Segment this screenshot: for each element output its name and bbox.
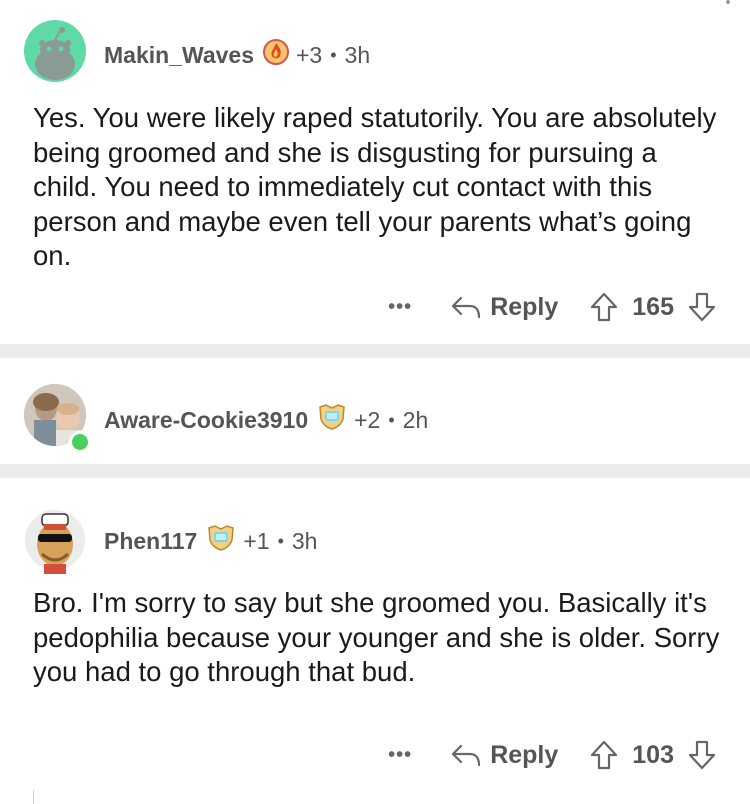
- karma: +3: [296, 41, 323, 68]
- reply-label: Reply: [490, 740, 559, 769]
- upvote-icon[interactable]: [590, 740, 618, 770]
- more-options-button[interactable]: •••: [388, 744, 412, 767]
- avatar[interactable]: [24, 20, 86, 82]
- vote-count: 103: [632, 740, 674, 769]
- shield-award-icon: [205, 524, 237, 558]
- downvote-icon[interactable]: [688, 292, 716, 322]
- separator: •: [330, 44, 337, 65]
- comment-phen117: Phen117 +1 • 3h Bro. I'm sorry to say bu…: [0, 478, 750, 804]
- thread-line: [33, 790, 34, 804]
- username[interactable]: Aware-Cookie3910: [104, 407, 308, 434]
- reply-button[interactable]: Reply: [450, 741, 558, 770]
- vote-control: 165: [590, 292, 716, 322]
- comment-body: Yes. You were likely raped statutorily. …: [33, 102, 717, 271]
- comment-body: Bro. I'm sorry to say but she groomed yo…: [33, 587, 720, 687]
- vote-count: 165: [632, 292, 674, 321]
- username[interactable]: Phen117: [104, 528, 197, 555]
- separator: •: [277, 530, 284, 551]
- more-options-button[interactable]: •••: [388, 296, 412, 319]
- upvote-icon[interactable]: [590, 292, 618, 322]
- timestamp: 3h: [291, 527, 318, 554]
- downvote-icon[interactable]: [688, 740, 716, 770]
- reply-label: Reply: [490, 292, 559, 321]
- username[interactable]: Makin_Waves: [104, 42, 254, 69]
- comment-makin-waves: Makin_Waves +3 • 3h Yes. You were likely…: [0, 0, 750, 344]
- character-avatar-icon: [25, 510, 85, 574]
- shield-award-icon: [316, 403, 348, 437]
- reply-button[interactable]: Reply: [450, 293, 558, 322]
- timestamp: 3h: [344, 41, 371, 68]
- vote-control: 103: [590, 740, 716, 770]
- snoo-avatar-icon: [35, 27, 75, 80]
- flame-award-icon: [262, 38, 290, 72]
- timestamp: 2h: [402, 406, 429, 433]
- reply-arrow-icon: [452, 296, 481, 319]
- avatar[interactable]: [24, 504, 86, 574]
- comment-divider: [0, 344, 750, 358]
- karma: +2: [354, 406, 381, 433]
- comment-aware-cookie: Aware-Cookie3910 +2 • 2h: [0, 358, 750, 464]
- karma: +1: [243, 527, 270, 554]
- reply-arrow-icon: [452, 744, 481, 767]
- online-status-indicator: [69, 431, 91, 453]
- comment-divider: [0, 464, 750, 478]
- separator: •: [388, 409, 395, 430]
